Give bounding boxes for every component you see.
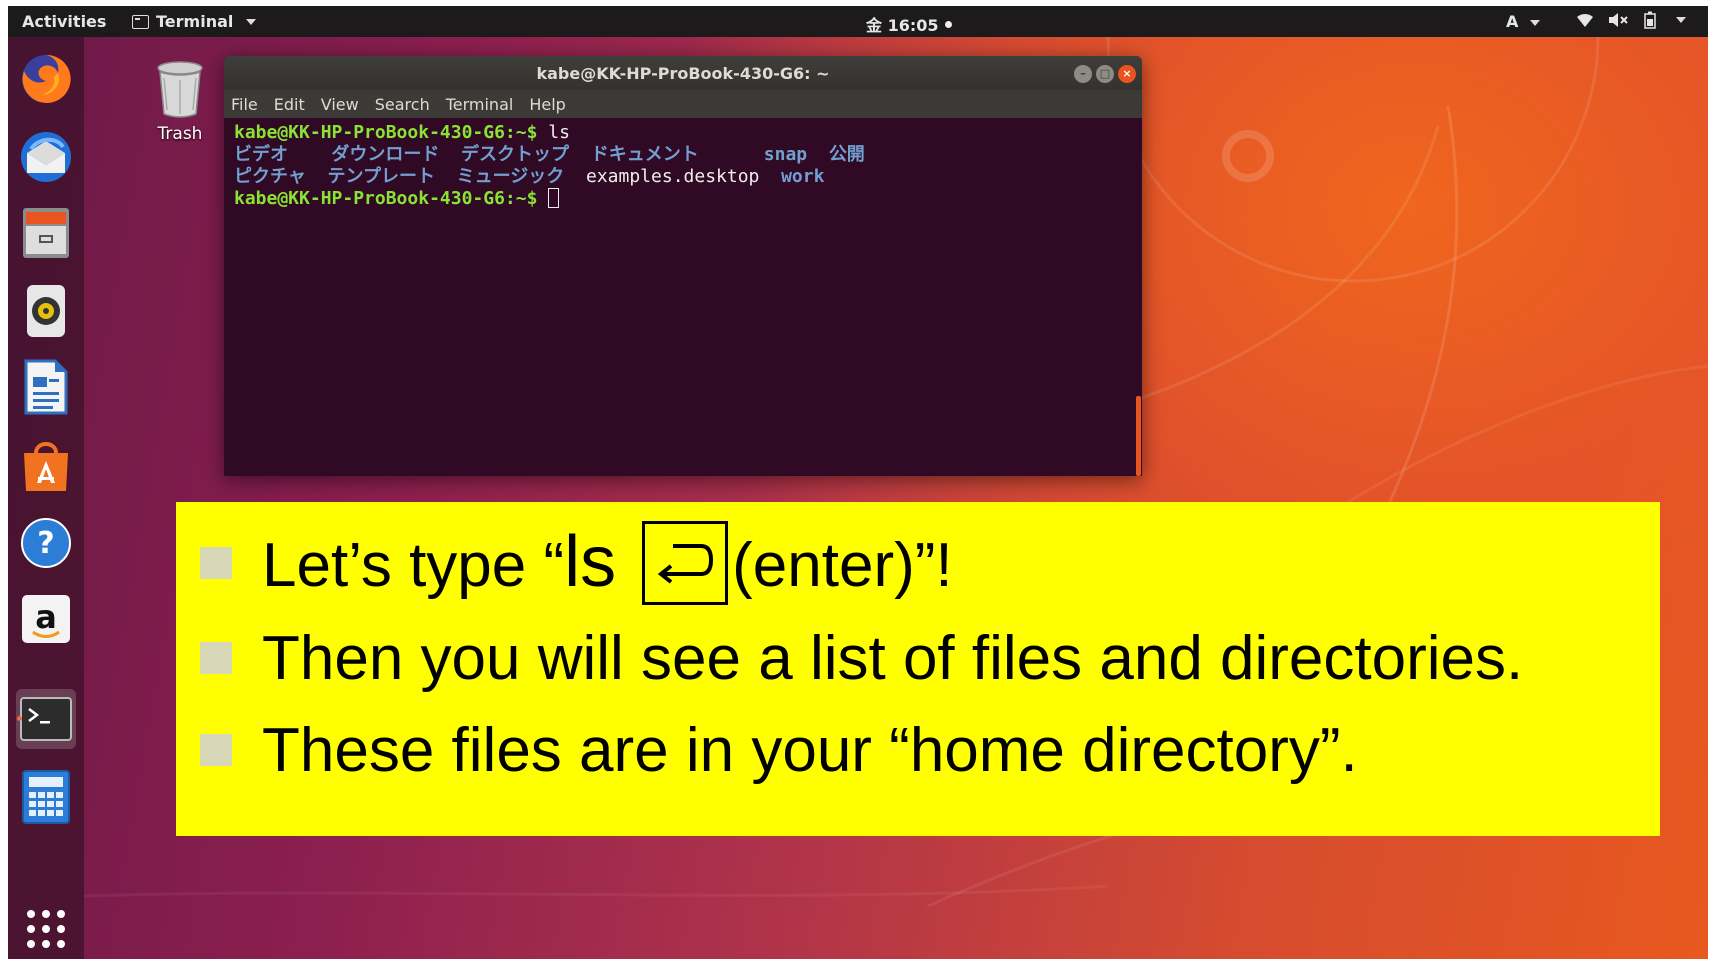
minimize-button[interactable]: – (1074, 65, 1092, 83)
app-menu-label: Terminal (156, 12, 234, 31)
bullet-row: Let’s type “ls (enter)”! (200, 521, 953, 605)
terminal-line-ls-1: ビデオ ダウンロード デスクトップ ドキュメント snap 公開 (234, 144, 1132, 166)
show-applications-icon (27, 910, 65, 948)
chevron-down-icon (1529, 19, 1540, 26)
top-bar: Activities Terminal 金 16:05 A (8, 6, 1708, 37)
calculator-icon (22, 770, 70, 824)
thunderbird-icon (21, 132, 71, 182)
desktop-trash[interactable]: Trash (140, 58, 220, 144)
dock-item-amazon[interactable]: a (16, 589, 76, 649)
dock-item-files[interactable] (16, 203, 76, 263)
terminal-title: kabe@KK-HP-ProBook-430-G6: ~ (536, 64, 830, 83)
chevron-down-icon (246, 18, 257, 25)
bullet-text: Let’s type “ls (enter)”! (262, 521, 953, 605)
amazon-icon: a (22, 595, 70, 643)
svg-text:a: a (35, 598, 57, 636)
ls-entry: ドキュメント (590, 144, 699, 165)
chevron-down-icon (1676, 17, 1686, 23)
app-menu[interactable]: Terminal (132, 12, 257, 31)
dock-item-software[interactable] (16, 435, 76, 495)
input-method-indicator[interactable]: A (1506, 12, 1540, 31)
shell-prompt: kabe@KK-HP-ProBook-430-G6:~$ (234, 188, 538, 209)
notification-dot-icon (944, 20, 952, 28)
dock-item-firefox[interactable] (16, 49, 76, 109)
ls-entry: work (781, 166, 825, 187)
terminal-line-command: kabe@KK-HP-ProBook-430-G6:~$ ls (234, 122, 1132, 144)
files-icon (23, 208, 69, 258)
terminal-small-icon (132, 14, 149, 29)
bullet-square-icon (200, 642, 232, 674)
terminal-menubar: File Edit View Search Terminal Help (224, 90, 1142, 118)
activities-button[interactable]: Activities (22, 12, 106, 31)
dock-item-help[interactable]: ? (16, 513, 76, 573)
trash-label: Trash (157, 124, 203, 144)
close-button[interactable]: × (1118, 65, 1136, 83)
menu-view[interactable]: View (321, 95, 359, 114)
system-status-menu[interactable] (1576, 11, 1686, 29)
ls-entry: ピクチャ (234, 166, 306, 187)
clock-label: 金 16:05 (866, 16, 939, 35)
terminal-line-ls-2: ピクチャ テンプレート ミュージック examples.desktop work (234, 166, 1132, 188)
terminal-window[interactable]: kabe@KK-HP-ProBook-430-G6: ~ – □ × File … (224, 56, 1142, 476)
dock-item-show-apps[interactable] (16, 899, 76, 959)
ls-entry: examples.desktop (586, 166, 760, 187)
line1-suffix: (enter)”! (732, 531, 953, 600)
menu-edit[interactable]: Edit (274, 95, 305, 114)
terminal-titlebar[interactable]: kabe@KK-HP-ProBook-430-G6: ~ – □ × (224, 56, 1142, 90)
ls-entry: snap (763, 144, 808, 165)
battery-icon (1644, 11, 1656, 29)
dock-item-thunderbird[interactable] (16, 127, 76, 187)
enter-key-icon (642, 521, 729, 605)
menu-file[interactable]: File (231, 95, 258, 114)
bullet-text: Then you will see a list of files and di… (262, 623, 1524, 693)
maximize-button[interactable]: □ (1096, 65, 1114, 83)
desktop-screen: Activities Terminal 金 16:05 A ? a Trash … (8, 6, 1708, 959)
rhythmbox-icon (27, 285, 65, 337)
menu-terminal[interactable]: Terminal (446, 95, 514, 114)
ls-entry: ダウンロード (331, 144, 440, 165)
clock[interactable]: 金 16:05 (866, 12, 952, 36)
volume-muted-icon (1609, 13, 1628, 27)
terminal-body[interactable]: kabe@KK-HP-ProBook-430-G6:~$ ls ビデオ ダウンロー… (224, 118, 1142, 476)
menu-help[interactable]: Help (529, 95, 565, 114)
terminal-line-prompt: kabe@KK-HP-ProBook-430-G6:~$ (234, 188, 1132, 210)
dock-item-writer[interactable] (16, 357, 76, 417)
running-indicator (17, 716, 22, 721)
input-method-label: A (1506, 12, 1519, 31)
software-center-icon (24, 442, 68, 491)
dock-item-calculator[interactable] (16, 767, 76, 827)
bullet-row: These files are in your “home directory”… (200, 715, 1358, 785)
trash-icon (157, 61, 203, 118)
ls-entry: デスクトップ (461, 144, 570, 165)
bullet-row: Then you will see a list of files and di… (200, 623, 1523, 693)
text-cursor (548, 188, 560, 208)
terminal-scrollbar[interactable] (1136, 396, 1141, 476)
ls-entry: 公開 (828, 144, 865, 165)
line1-prefix: Let’s type “ (262, 531, 565, 600)
bullet-square-icon (200, 734, 232, 766)
menu-search[interactable]: Search (375, 95, 430, 114)
dock-item-rhythmbox[interactable] (16, 281, 76, 341)
shell-prompt: kabe@KK-HP-ProBook-430-G6:~$ (234, 122, 538, 143)
instruction-callout: Let’s type “ls (enter)”! Then you will se… (176, 502, 1660, 836)
help-icon: ? (21, 518, 71, 568)
libreoffice-writer-icon (24, 359, 68, 415)
ls-entry: テンプレート (327, 166, 435, 187)
dock: ? a (8, 37, 84, 959)
bullet-text: These files are in your “home directory”… (262, 715, 1358, 785)
terminal-icon (20, 697, 72, 741)
ls-entry: ビデオ (234, 144, 288, 165)
firefox-icon (22, 54, 71, 103)
shell-command: ls (548, 122, 570, 143)
line1-ls: ls (564, 522, 617, 602)
slide: Activities Terminal 金 16:05 A ? a Trash … (0, 0, 1712, 959)
ls-entry: ミュージック (456, 166, 565, 187)
dock-item-terminal[interactable] (16, 689, 76, 749)
bullet-square-icon (200, 547, 232, 579)
wifi-icon (1577, 13, 1593, 27)
svg-text:?: ? (37, 526, 54, 561)
